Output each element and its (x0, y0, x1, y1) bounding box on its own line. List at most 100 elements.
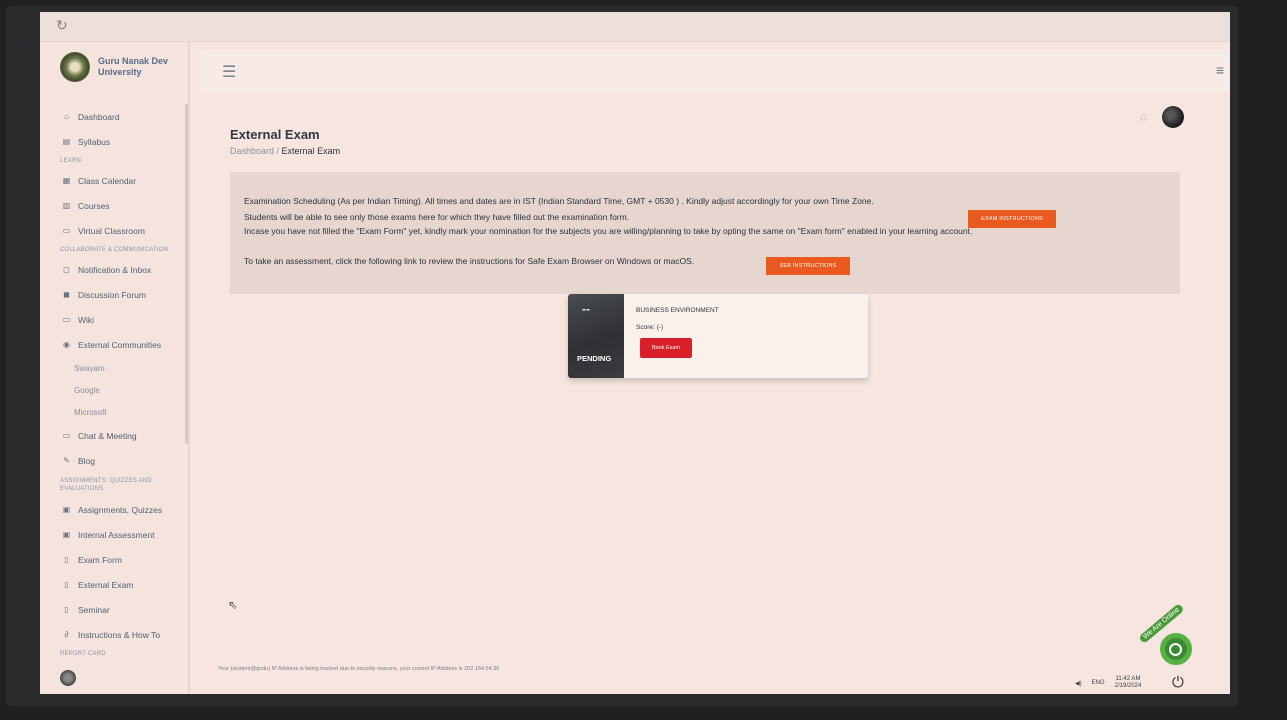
book-exam-button[interactable]: Book Exam (640, 338, 692, 358)
breadcrumb: Dashboard / External Exam (230, 146, 340, 156)
assignment-icon: ▣ (62, 505, 71, 514)
user-settings-icon[interactable] (60, 670, 76, 686)
university-logo (60, 52, 90, 82)
info-line-visibility: Students will be able to see only those … (244, 212, 630, 222)
sidebar-item-label: Dashboard (78, 111, 120, 122)
exam-status-badge: PENDING (577, 354, 612, 363)
sidebar-item-label: Courses (78, 200, 110, 211)
sidebar-scrollbar[interactable] (185, 104, 188, 444)
sidebar-item-syllabus[interactable]: ▤ Syllabus (40, 129, 188, 154)
breadcrumb-separator: / (274, 146, 282, 156)
sidebar-item-external-communities[interactable]: ◉ External Communities (40, 332, 188, 357)
avatar[interactable] (1162, 106, 1184, 128)
sidebar-item-label: Class Calendar (78, 175, 137, 186)
sidebar-item-wiki[interactable]: ▭ Wiki (40, 307, 188, 332)
exam-thumb-text: -- (582, 302, 590, 316)
blog-icon: ✎ (63, 456, 70, 465)
clock-date: 2/19/2024 (1114, 683, 1142, 689)
sidebar-item-label: Internal Assessment (78, 529, 155, 540)
home-icon: ⌂ (64, 112, 69, 121)
sidebar-item-label: Wiki (78, 314, 95, 325)
hamburger-menu-icon[interactable]: ☰ (222, 62, 236, 82)
sidebar-item-label: Chat & Meeting (78, 430, 137, 441)
document-icon: ▯ (64, 555, 69, 564)
speaker-icon[interactable]: ◀) (1075, 680, 1082, 687)
sidebar-nav: ⌂ Dashboard ▤ Syllabus LEARN ▦ Class Calendar ▥… (40, 104, 188, 661)
screen: ↻ Guru Nanak Dev University ⌂ Dashboard ▤ S… (40, 12, 1230, 694)
exam-instructions-button[interactable]: EXAM INSTRUCTIONS (968, 210, 1056, 228)
sidebar-item-label: Assignments, Quizzes (78, 504, 163, 515)
chat-support-widget[interactable]: We Are Online (1138, 603, 1196, 673)
browser-toolbar: ↻ (40, 12, 1230, 42)
chat-dot-icon (1169, 643, 1182, 656)
sidebar-item-label: Seminar (78, 604, 110, 615)
sidebar-item-seminar[interactable]: ▯ Seminar (40, 597, 188, 622)
sidebar-section-heading: LEARN (60, 158, 82, 164)
sidebar-item-dashboard[interactable]: ⌂ Dashboard (40, 104, 188, 129)
notification-icon[interactable]: ◌ (1140, 110, 1147, 124)
forum-icon: ◼ (63, 290, 70, 299)
sidebar-item-label: External Communities (78, 339, 162, 350)
sidebar-subitem-swayam[interactable]: Swayam (40, 357, 188, 379)
calendar-icon: ▦ (62, 176, 71, 185)
system-tray: ◀) ENG 11:42 AM 2/19/2024 (1075, 676, 1141, 690)
sidebar-item-assignments-quizzes[interactable]: ▣ Assignments, Quizzes (40, 497, 188, 522)
wiki-icon: ▭ (62, 315, 71, 324)
sidebar-item-blog[interactable]: ✎ Blog (40, 448, 188, 473)
sidebar-item-label: Blog (78, 455, 96, 466)
clock[interactable]: 11:42 AM 2/19/2024 (1115, 676, 1142, 690)
link-icon: ∂ (64, 630, 69, 639)
sidebar-item-courses[interactable]: ▥ Courses (40, 193, 188, 218)
mouse-cursor-icon: ⇖ (228, 598, 239, 612)
seb-instructions-button[interactable]: SEB INSTRUCTIONS (766, 257, 850, 275)
sidebar-item-virtual-classroom[interactable]: ▭ Virtual Classroom (40, 218, 188, 243)
sidebar-item-instructions-how-to[interactable]: ∂ Instructions & How To (40, 622, 188, 647)
top-header: ☰ ≡ (200, 50, 1230, 92)
exam-name: BUSINESS ENVIRONMENT (636, 307, 719, 314)
bell-icon: ◻ (63, 265, 70, 274)
sidebar-item-label: External Exam (78, 579, 134, 590)
info-line-scheduling: Examination Scheduling (As per Indian Ti… (244, 196, 874, 206)
sidebar-item-notification-inbox[interactable]: ◻ Notification & Inbox (40, 257, 188, 282)
sidebar-section-heading: COLLABORATE & COMMUNICATION (60, 247, 169, 253)
sidebar-item-label: Virtual Classroom (78, 225, 145, 236)
info-line-exam-form: Incase you have not filled the "Exam For… (244, 226, 973, 236)
chat-icon: ▭ (62, 431, 71, 440)
sidebar-item-external-exam[interactable]: ▯ External Exam (40, 572, 188, 597)
sidebar-item-label: Discussion Forum (78, 289, 147, 300)
sidebar-item-internal-assessment[interactable]: ▣ Internal Assessment (40, 522, 188, 547)
sidebar-section-heading: REPORT CARD (60, 651, 106, 657)
brand-name: Guru Nanak Dev University (98, 56, 169, 77)
sidebar-item-label: Notification & Inbox (78, 264, 152, 275)
exam-score: Score: (-) (636, 324, 664, 331)
ip-tracking-note: Your (student@gndu) IP Address is being … (218, 666, 500, 672)
sidebar-item-chat-meeting[interactable]: ▭ Chat & Meeting (40, 423, 188, 448)
monitor-icon: ▭ (62, 226, 71, 235)
courses-icon: ▥ (62, 201, 71, 210)
sidebar-item-exam-form[interactable]: ▯ Exam Form (40, 547, 188, 572)
sidebar-item-label: Exam Form (78, 554, 122, 565)
sidebar-section-heading: ASSIGNMENTS, QUIZZES AND EVALUATIONS (60, 478, 152, 492)
power-icon[interactable]: ⏻ (1172, 674, 1184, 691)
exam-thumbnail: -- PENDING (568, 294, 624, 378)
sidebar-subitem-google[interactable]: Google (40, 379, 188, 401)
sidebar-item-discussion-forum[interactable]: ◼ Discussion Forum (40, 282, 188, 307)
assessment-icon: ▣ (62, 530, 71, 539)
sidebar-item-label: Instructions & How To (78, 629, 161, 640)
sidebar: Guru Nanak Dev University ⌂ Dashboard ▤ Syl… (40, 42, 190, 694)
breadcrumb-root[interactable]: Dashboard (230, 146, 274, 156)
syllabus-icon: ▤ (62, 137, 71, 146)
document-icon: ▯ (64, 605, 69, 614)
reload-icon[interactable]: ↻ (56, 17, 70, 33)
breadcrumb-current: External Exam (281, 146, 341, 156)
sidebar-item-class-calendar[interactable]: ▦ Class Calendar (40, 168, 188, 193)
exam-info-panel: Examination Scheduling (As per Indian Ti… (230, 172, 1180, 294)
document-icon: ▯ (64, 580, 69, 589)
language-indicator[interactable]: ENG (1092, 680, 1105, 686)
brand[interactable]: Guru Nanak Dev University (60, 52, 178, 82)
info-line-seb: To take an assessment, click the followi… (244, 256, 695, 266)
globe-icon: ◉ (63, 340, 70, 349)
menu-icon[interactable]: ≡ (1216, 62, 1224, 78)
sidebar-item-label: Syllabus (78, 136, 111, 147)
sidebar-subitem-microsoft[interactable]: Microsoft (40, 401, 188, 423)
